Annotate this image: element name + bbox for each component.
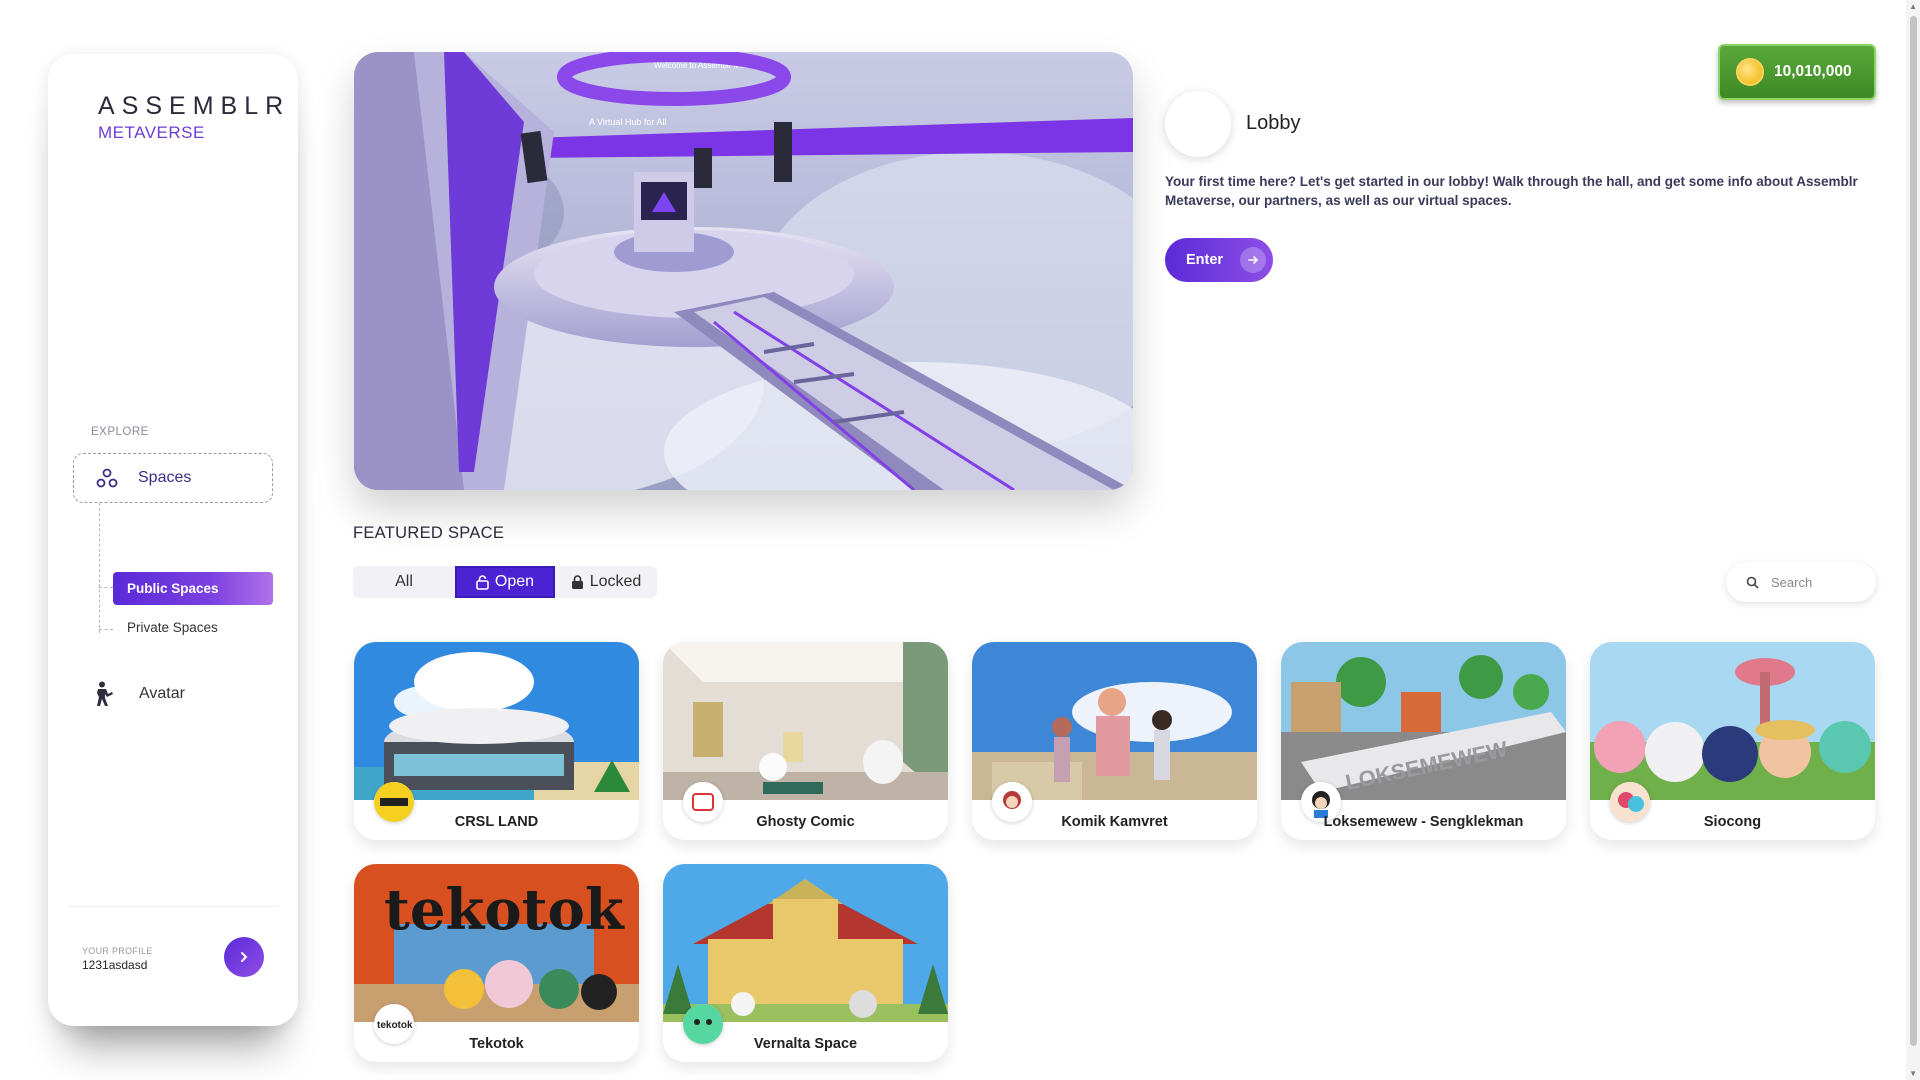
lock-icon [571,574,583,589]
space-logo-text: tekotok [377,1020,413,1031]
scrollbar-thumb[interactable] [1910,16,1917,1046]
tree-line [99,503,100,633]
space-card-siocong[interactable]: Siocong [1590,642,1875,840]
sidebar-item-private-spaces[interactable]: Private Spaces [127,620,218,635]
person-icon [97,681,113,706]
sidebar-item-label: Spaces [138,469,192,486]
scroll-down-icon[interactable]: ▼ [1909,1069,1917,1078]
filter-locked-button[interactable]: Locked [555,566,657,598]
space-thumbnail: tekotok [354,864,639,1022]
sidebar-item-avatar[interactable]: Avatar [93,681,185,707]
space-thumbnail [663,864,948,1022]
sidebar-item-label: Avatar [139,685,185,702]
tree-connector [99,587,113,588]
space-card-crsl-land[interactable]: CRSL LAND [354,642,639,840]
sidebar: ASSEMBLR METAVERSE EXPLORE Spaces Public… [48,54,298,1026]
space-name: Komik Kamvret [1061,814,1168,830]
profile-caption: YOUR PROFILE [82,946,153,956]
coin-balance[interactable]: 10,010,000 [1718,44,1876,100]
space-name: Loksemewew - Sengklekman [1323,814,1524,830]
space-card-loksemewew-sengklekman[interactable]: LOKSEMEWEW Loksemewew - Sengklekman [1281,642,1566,840]
lobby-preview-image: A Virtual Hub for All Welcome to Assembl… [354,52,1133,490]
space-name: Siocong [1703,814,1762,830]
sidebar-item-public-spaces[interactable]: Public Spaces [113,572,273,605]
profile-name: 1231asdasd [82,958,148,972]
explore-section-label: EXPLORE [91,426,149,438]
space-thumbnail [1590,642,1875,800]
filter-label: All [395,573,413,590]
space-card-tekotok[interactable]: tekotok tekotok Tekotok [354,864,639,1062]
arrow-right-icon [1240,247,1266,273]
enter-button-label: Enter [1186,252,1224,268]
space-thumbnail: LOKSEMEWEW [1281,642,1566,800]
lobby-title: Lobby [1246,112,1301,134]
space-card-vernalta-space[interactable]: Vernalta Space [663,864,948,1062]
unlock-icon [476,574,489,590]
space-name: Vernalta Space [753,1036,858,1052]
space-thumbnail [972,642,1257,800]
profile-button[interactable] [224,937,264,977]
search-input[interactable] [1771,574,1861,590]
search-box [1726,562,1876,602]
hero-banner-text: A Virtual Hub for All [589,117,666,127]
logo-subtitle: METAVERSE [98,123,205,142]
divider [68,906,278,907]
chevron-right-icon [241,952,248,962]
tree-connector [99,629,113,630]
space-name: CRSL LAND [454,814,539,830]
page-scrollbar[interactable]: ▲ ▼ [1906,0,1920,1080]
filter-open-button[interactable]: Open [455,566,555,598]
sidebar-item-spaces[interactable]: Spaces [73,453,273,503]
enter-button[interactable]: Enter [1165,238,1273,282]
filter-label: Open [494,573,535,590]
search-icon [1746,576,1759,589]
logo[interactable]: ASSEMBLR METAVERSE [98,92,290,143]
featured-section-title: FEATURED SPACE [353,524,505,542]
filter-tabs: All Open Locked [353,566,657,598]
space-sign-text: tekotok [384,877,625,943]
coin-icon [1736,58,1764,86]
scroll-up-icon[interactable]: ▲ [1909,2,1917,11]
spaces-icon [96,468,118,488]
space-thumbnail [663,642,948,800]
space-name: Tekotok [469,1036,524,1052]
space-card-ghosty-comic[interactable]: Ghosty Comic [663,642,948,840]
space-thumbnail [354,642,639,800]
lobby-description: Your first time here? Let's get started … [1165,174,1858,208]
coin-amount: 10,010,000 [1774,63,1852,80]
lobby-avatar [1165,91,1231,157]
filter-all-button[interactable]: All [353,566,455,598]
space-card-komik-kamvret[interactable]: Komik Kamvret [972,642,1257,840]
space-name: Ghosty Comic [756,814,855,830]
logo-wordmark: ASSEMBLR [98,92,291,120]
filter-label: Locked [589,573,642,590]
